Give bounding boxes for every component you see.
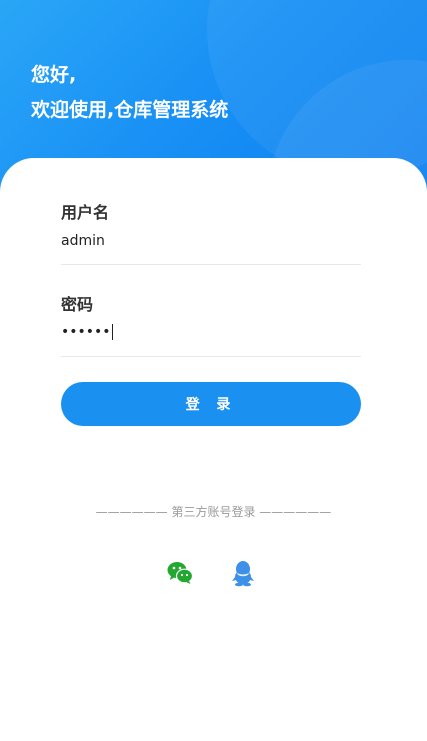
- password-value: ••••••: [61, 324, 111, 340]
- username-label: 用户名: [61, 203, 110, 222]
- username-underline: [61, 264, 361, 265]
- password-underline: [61, 356, 361, 357]
- greeting-line-1: 您好,: [31, 64, 77, 86]
- text-caret: [111, 324, 113, 340]
- password-label: 密码: [61, 295, 94, 314]
- third-party-login-divider: —————— 第三方账号登录 ——————: [95, 505, 332, 519]
- username-input[interactable]: admin: [61, 233, 105, 249]
- login-button[interactable]: 登 录: [61, 382, 361, 426]
- qq-icon[interactable]: [229, 559, 257, 587]
- wechat-icon[interactable]: [166, 559, 194, 587]
- greeting-line-2: 欢迎使用,仓库管理系统: [31, 99, 229, 121]
- password-input[interactable]: ••••••: [61, 324, 113, 340]
